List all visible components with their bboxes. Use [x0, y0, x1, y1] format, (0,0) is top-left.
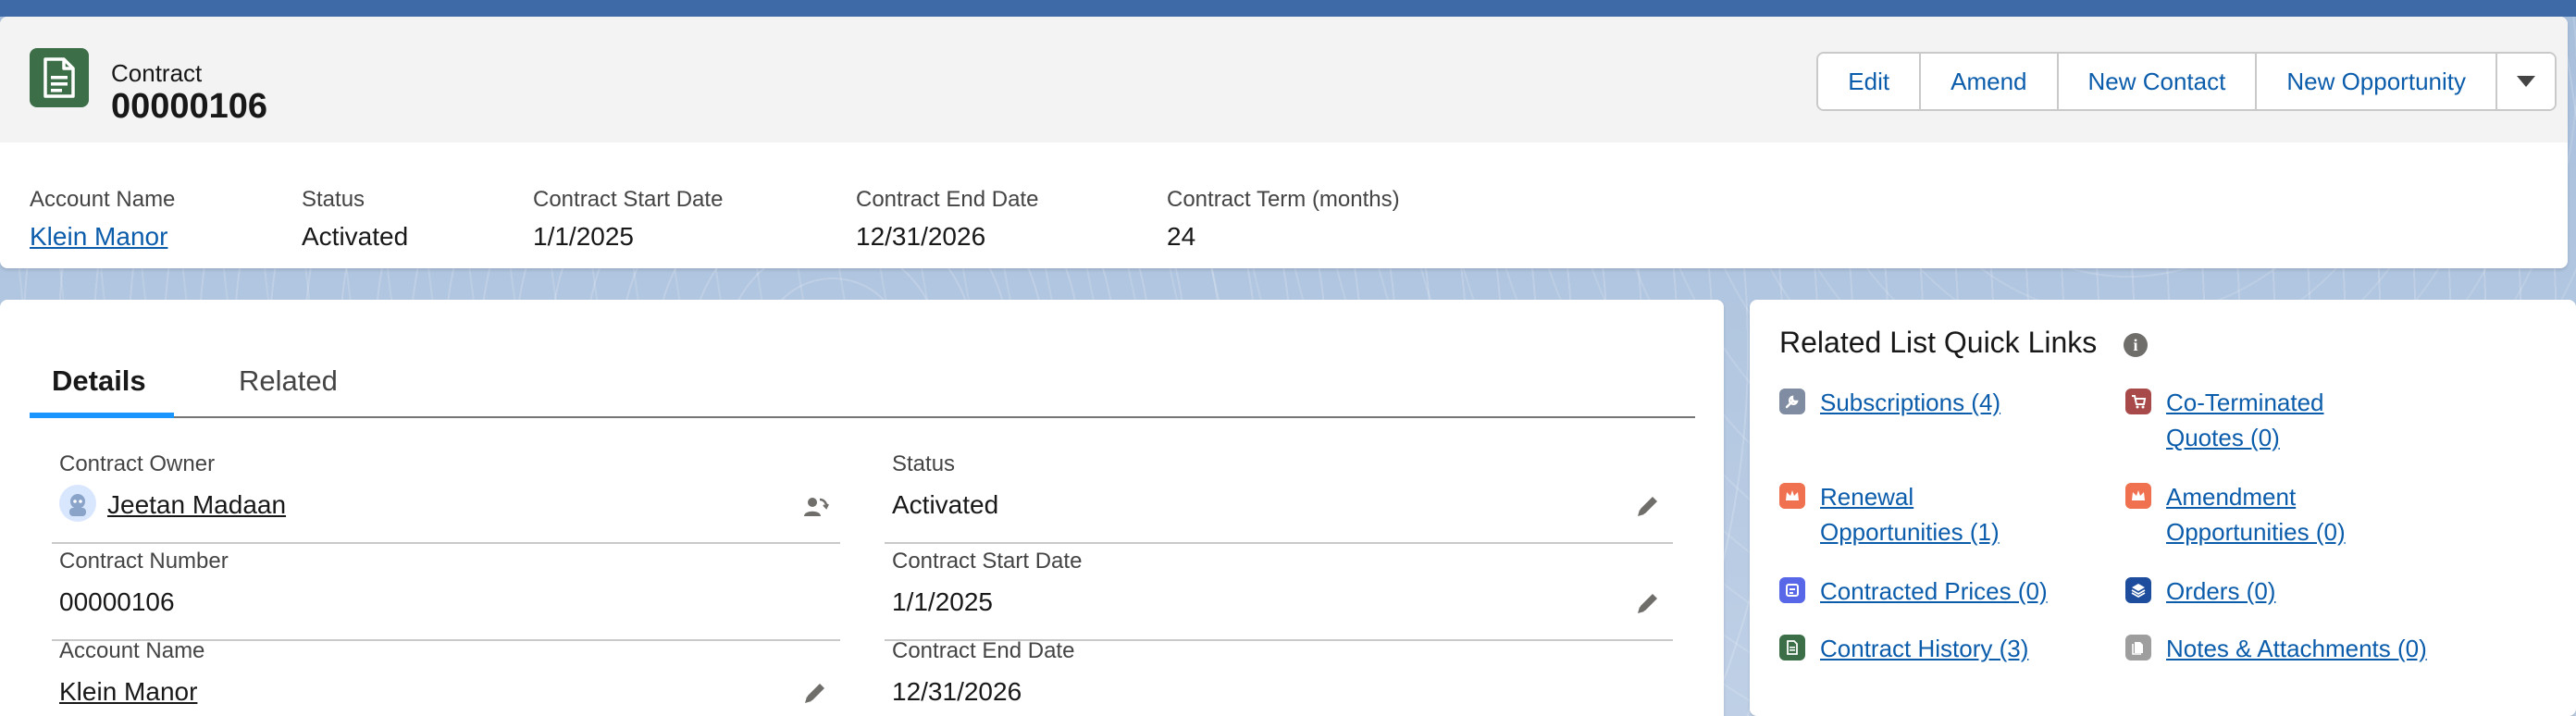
- quick-link-amendment-opportunities[interactable]: Amendment Opportunities (0): [2125, 479, 2346, 549]
- contract-document-icon: [30, 48, 89, 107]
- amend-button[interactable]: Amend: [1921, 54, 2059, 109]
- tab-bar: Details Related: [30, 337, 1695, 418]
- crown-icon: [2125, 483, 2151, 509]
- chevron-down-icon: [2517, 76, 2535, 87]
- info-icon[interactable]: i: [2124, 333, 2148, 357]
- action-button-group: Edit Amend New Contact New Opportunity: [1816, 52, 2557, 111]
- field-start-date: Contract Start Date 1/1/2025: [885, 549, 1673, 641]
- quick-links-title: Related List Quick Links: [1779, 326, 2098, 359]
- highlight-end-date: Contract End Date 12/31/2026: [856, 187, 1039, 251]
- field-account-name: Account Name Klein Manor: [59, 638, 840, 716]
- pencil-icon[interactable]: [1634, 492, 1662, 520]
- quick-link-subscriptions[interactable]: Subscriptions (4): [1779, 385, 2000, 420]
- record-title: 00000106: [111, 87, 268, 126]
- field-end-date: Contract End Date 12/31/2026: [892, 638, 1075, 706]
- price-book-icon: [1779, 577, 1805, 603]
- change-owner-icon[interactable]: [801, 492, 829, 520]
- highlight-contract-term: Contract Term (months) 24: [1167, 187, 1400, 251]
- details-card: Details Related Contract Owner Jeetan Ma…: [0, 300, 1724, 716]
- quick-link-contract-history[interactable]: Contract History (3): [1779, 631, 2028, 666]
- tab-related[interactable]: Related: [239, 364, 338, 398]
- wrench-icon: [1779, 389, 1805, 414]
- object-type-label: Contract: [111, 59, 203, 87]
- more-actions-button[interactable]: [2497, 54, 2555, 109]
- related-list-quick-links: Related List Quick Links i Subscriptions…: [1750, 300, 2576, 716]
- top-brand-band: [0, 0, 2576, 17]
- record-header: Contract 00000106 Edit Amend New Contact…: [0, 17, 2568, 142]
- field-status: Status Activated: [885, 451, 1673, 544]
- document-icon: [1779, 635, 1805, 660]
- quick-link-notes-attachments[interactable]: Notes & Attachments (0): [2125, 631, 2427, 666]
- record-highlights-panel: Contract 00000106 Edit Amend New Contact…: [0, 17, 2568, 268]
- crown-icon: [1779, 483, 1805, 509]
- stack-icon: [2125, 577, 2151, 603]
- highlight-status: Status Activated: [302, 187, 409, 251]
- highlight-account-name: Account Name Klein Manor: [30, 187, 302, 252]
- cart-icon: [2125, 389, 2151, 414]
- new-contact-button[interactable]: New Contact: [2058, 54, 2258, 109]
- highlight-start-date: Contract Start Date 1/1/2025: [533, 187, 724, 251]
- highlight-fields: Account Name Klein Manor Status Activate…: [30, 187, 1444, 252]
- file-icon: [2125, 635, 2151, 660]
- edit-button[interactable]: Edit: [1818, 54, 1922, 109]
- quick-link-renewal-opportunities[interactable]: Renewal Opportunities (1): [1779, 479, 2000, 549]
- account-name-link[interactable]: Klein Manor: [59, 677, 197, 707]
- pencil-icon[interactable]: [801, 679, 829, 707]
- tab-details[interactable]: Details: [52, 364, 146, 398]
- pencil-icon[interactable]: [1634, 589, 1662, 617]
- field-contract-owner: Contract Owner Jeetan Madaan: [52, 451, 840, 544]
- active-tab-indicator: [30, 413, 174, 418]
- quick-link-orders[interactable]: Orders (0): [2125, 574, 2275, 609]
- avatar: [59, 485, 96, 522]
- field-contract-number: Contract Number 00000106: [52, 549, 840, 641]
- quick-link-contracted-prices[interactable]: Contracted Prices (0): [1779, 574, 2048, 609]
- new-opportunity-button[interactable]: New Opportunity: [2257, 54, 2497, 109]
- account-name-link[interactable]: Klein Manor: [30, 222, 302, 252]
- quick-link-co-terminated-quotes[interactable]: Co-Terminated Quotes (0): [2125, 385, 2324, 455]
- contract-owner-link[interactable]: Jeetan Madaan: [107, 490, 286, 520]
